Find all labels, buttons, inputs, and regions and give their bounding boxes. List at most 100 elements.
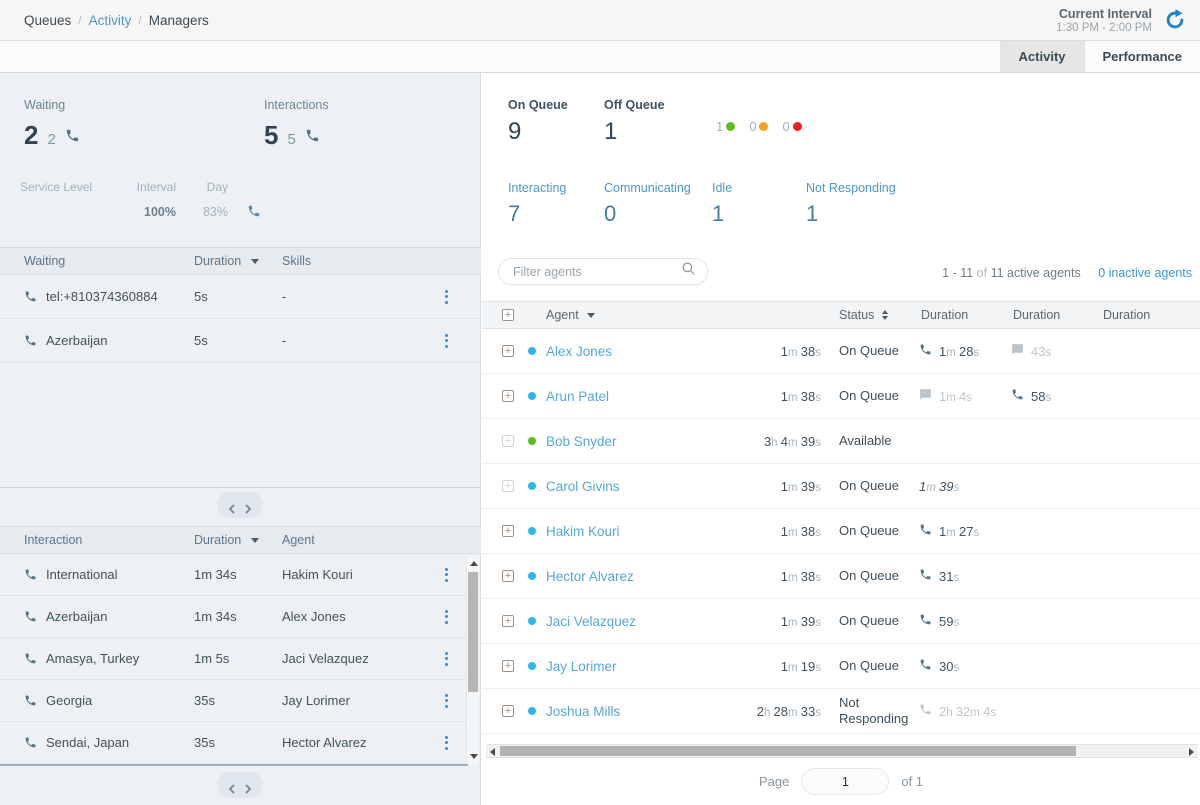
agent-duration: 58s [1011,388,1101,404]
agent-duration: 2h 32m 4s [919,703,1011,719]
agent-status-dot [528,707,536,715]
sort-desc-icon[interactable] [251,538,259,543]
agent-row[interactable]: +Hector Alvarez1m 38sOn Queue31s [482,554,1200,599]
page-prev-icon[interactable] [228,501,236,509]
agents-range: 1 - 11 [942,266,973,280]
interaction-row[interactable]: Sendai, Japan35sHector Alvarez [0,722,481,764]
time-in-status: 1m 39s [745,479,835,494]
waiting-skills: - [282,333,437,348]
scrollbar-thumb[interactable] [468,572,478,692]
expand-row-icon[interactable]: + [502,615,514,627]
phone-icon [1011,388,1024,404]
agent-name-link[interactable]: Jaci Velazquez [546,614,745,629]
page-next-icon[interactable] [244,781,252,789]
agent-row[interactable]: +Jay Lorimer1m 19sOn Queue30s [482,644,1200,689]
time-in-status: 1m 19s [745,659,835,674]
scroll-left-icon[interactable] [490,748,495,756]
interaction-row[interactable]: Amasya, Turkey1m 5sJaci Velazquez [0,638,481,680]
agent-status-dot [528,572,536,580]
agent-name-link[interactable]: Carol Givins [546,479,745,494]
sort-icon[interactable] [882,310,888,320]
tab-performance[interactable]: Performance [1084,41,1200,72]
agent-name-link[interactable]: Joshua Mills [546,704,745,719]
agent-status-dot [528,347,536,355]
refresh-icon[interactable] [1164,9,1186,31]
on-queue-label: On Queue [508,98,568,112]
page-next-icon[interactable] [244,501,252,509]
row-menu-icon[interactable] [437,652,455,666]
inactive-agents-link[interactable]: 0 inactive agents [1098,266,1192,280]
waiting-skills: - [282,289,437,304]
expand-row-icon[interactable]: + [502,660,514,672]
row-menu-icon[interactable] [437,736,455,750]
pagination-footer: Page of 1 [482,768,1200,795]
agent-name-link[interactable]: Jay Lorimer [546,659,745,674]
breadcrumb-separator: / [138,13,141,27]
interaction-name: Azerbaijan [46,609,194,624]
phone-icon [919,523,932,539]
row-menu-icon[interactable] [437,610,455,624]
filter-agents-input[interactable] [513,265,681,279]
agent-name-link[interactable]: Arun Patel [546,389,745,404]
agent-row[interactable]: +Carol Givins1m 39sOn Queue1m 39s [482,464,1200,509]
state-value: 0 [604,201,691,227]
row-menu-icon[interactable] [437,290,455,304]
phone-icon [24,652,37,665]
agent-table-scrollbar[interactable] [486,744,1198,758]
row-menu-icon[interactable] [437,694,455,708]
col-interaction: Interaction [24,533,194,547]
filter-agents-field[interactable] [498,258,708,285]
waiting-stat: Waiting 2 2 [24,98,80,151]
expand-row-icon[interactable]: + [502,480,514,492]
agent-name-link[interactable]: Hakim Kouri [546,524,745,539]
expand-row-icon[interactable]: + [502,435,514,447]
interaction-row[interactable]: Georgia35sJay Lorimer [0,680,481,722]
breadcrumb-queues[interactable]: Queues [24,13,71,28]
col-status: Status [839,308,874,322]
scrollbar-thumb[interactable] [500,746,1076,756]
agent-name-link[interactable]: Bob Snyder [546,434,745,449]
col-duration-1: Duration [919,308,1011,322]
page-number-input[interactable] [801,768,889,795]
interaction-scrollbar[interactable] [466,556,479,764]
expand-row-icon[interactable]: + [502,570,514,582]
sort-desc-icon[interactable] [587,313,595,318]
page-prev-icon[interactable] [228,781,236,789]
agent-row[interactable]: +Alex Jones1m 38sOn Queue1m 28s43s [482,329,1200,374]
divider [0,487,481,488]
agent-duration: 31s [919,568,1011,584]
expand-row-icon[interactable]: + [502,705,514,717]
scroll-right-icon[interactable] [1189,748,1194,756]
waiting-name: Azerbaijan [46,333,194,348]
row-menu-icon[interactable] [437,568,455,582]
agent-row[interactable]: +Arun Patel1m 38sOn Queue1m 4s58s [482,374,1200,419]
expand-row-icon[interactable]: + [502,525,514,537]
scroll-down-icon[interactable] [470,754,478,759]
interaction-duration: 1m 34s [194,609,282,624]
interaction-row[interactable]: International1m 34sHakim Kouri [0,554,481,596]
row-menu-icon[interactable] [437,334,455,348]
expand-row-icon[interactable]: + [502,390,514,402]
waiting-row[interactable]: tel:+8103743608845s- [0,275,481,319]
agent-duration: 30s [919,658,1011,674]
scroll-up-icon[interactable] [470,561,478,566]
sort-desc-icon[interactable] [251,259,259,264]
expand-all-icon[interactable]: + [502,309,514,321]
agent-row[interactable]: +Joshua Mills2h 28m 33sNot Responding2h … [482,689,1200,734]
service-level-block: Service Level Interval Day 100% 83% [20,180,262,219]
agent-row[interactable]: +Jaci Velazquez1m 39sOn Queue59s [482,599,1200,644]
waiting-row[interactable]: Azerbaijan5s- [0,319,481,363]
agent-name-link[interactable]: Hector Alvarez [546,569,745,584]
tab-activity[interactable]: Activity [1000,41,1084,72]
off-queue-stat: Off Queue 1 [604,98,664,146]
breadcrumb-activity[interactable]: Activity [89,13,132,28]
agent-row[interactable]: +Hakim Kouri1m 38sOn Queue1m 27s [482,509,1200,554]
agent-name-link[interactable]: Alex Jones [546,344,745,359]
agents-of: of [977,266,987,280]
interaction-row[interactable]: Azerbaijan1m 34sAlex Jones [0,596,481,638]
phone-icon [919,568,932,584]
search-icon [681,261,697,282]
interaction-duration: 35s [194,693,282,708]
expand-row-icon[interactable]: + [502,345,514,357]
agent-row[interactable]: +Bob Snyder3h 4m 39sAvailable [482,419,1200,464]
